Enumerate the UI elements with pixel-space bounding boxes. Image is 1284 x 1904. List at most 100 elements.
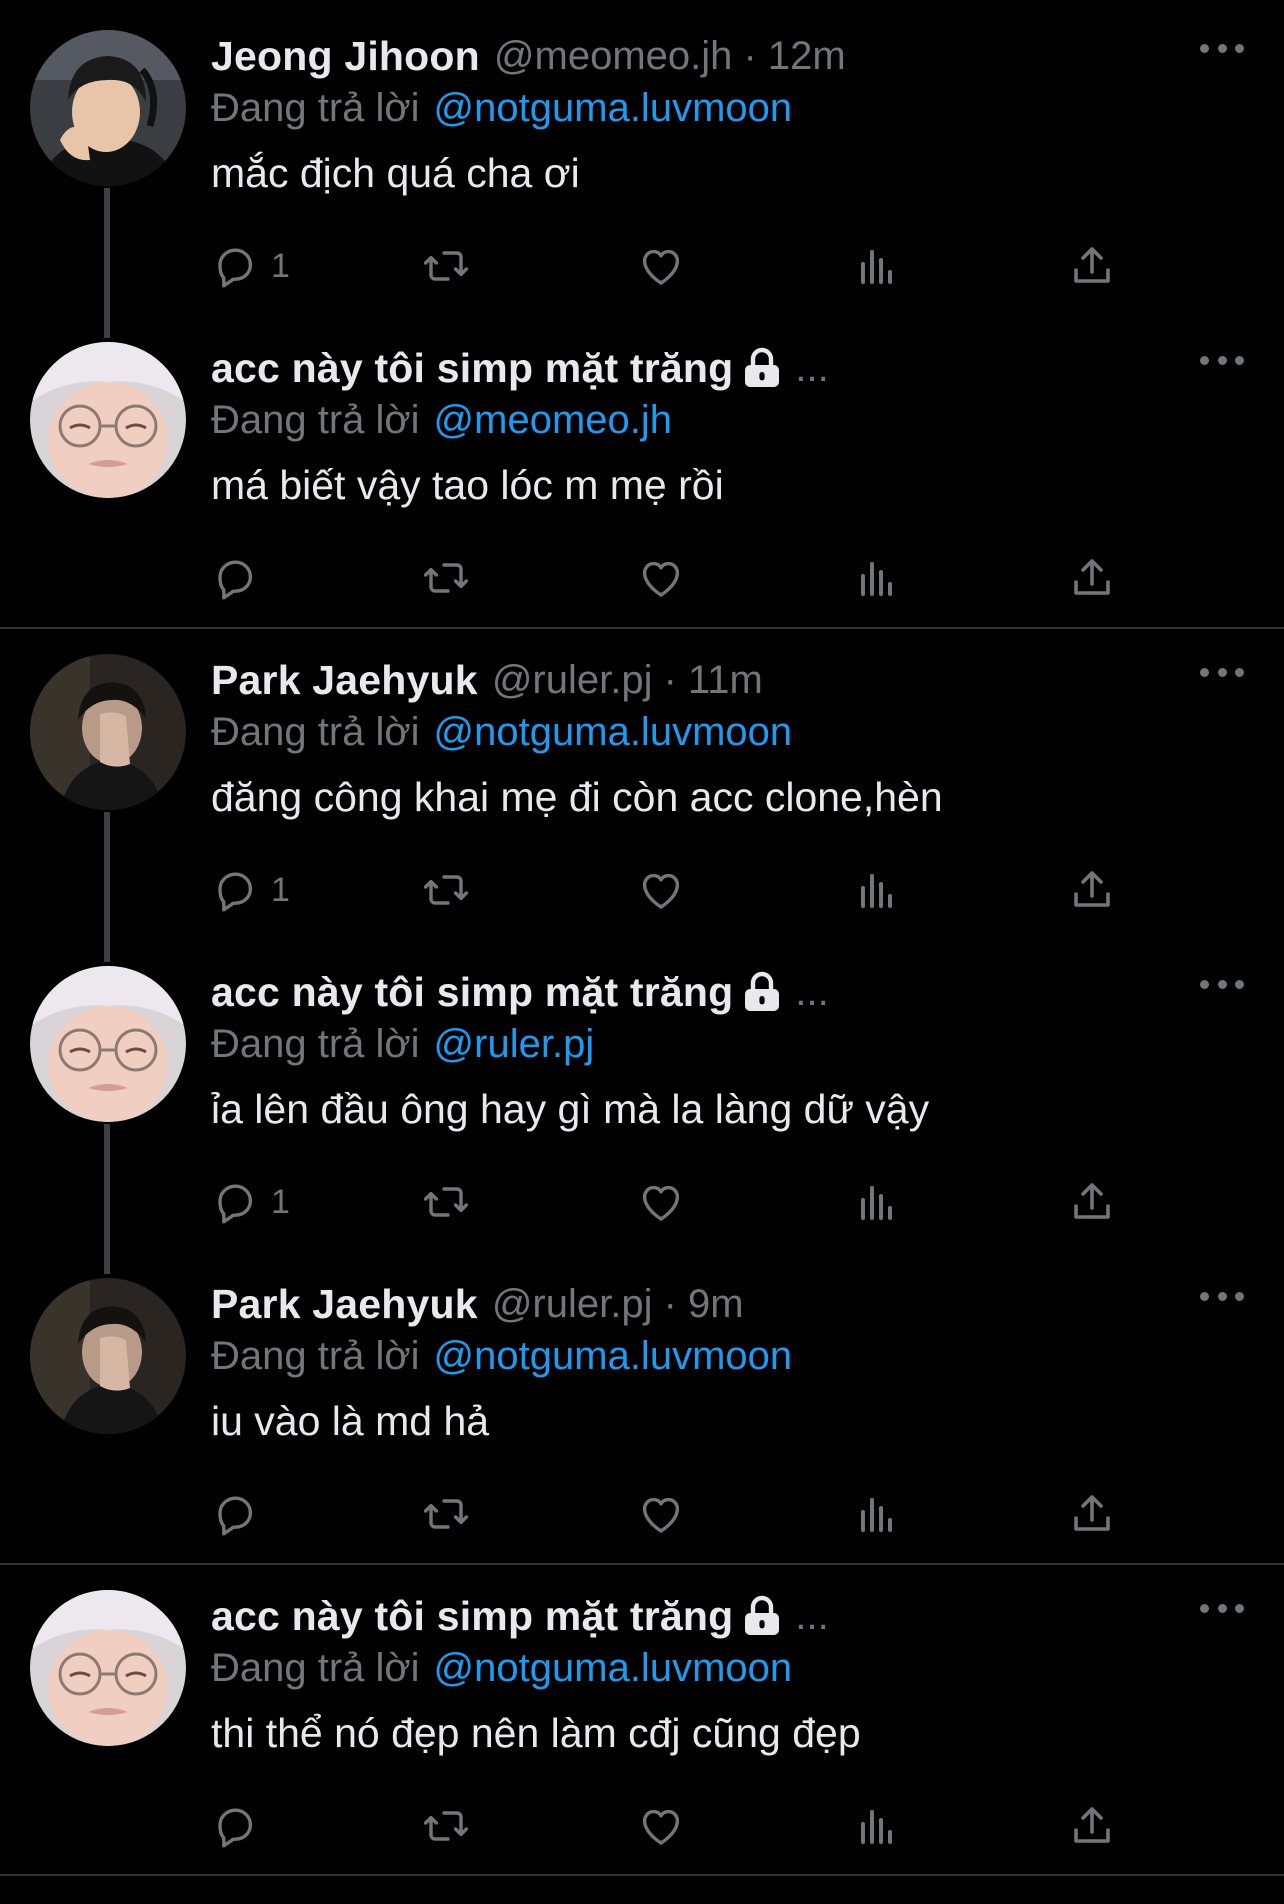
reply-count: 1: [271, 870, 290, 909]
reply-button[interactable]: [211, 1796, 271, 1856]
mention-link[interactable]: @notguma.luvmoon: [434, 710, 793, 755]
lock-icon: [743, 347, 781, 389]
retweet-button[interactable]: [422, 1484, 470, 1544]
tweet[interactable]: acc này tôi simp mặt trăng ... Đang trả …: [0, 312, 1284, 624]
heart-icon: [642, 561, 680, 597]
tweet[interactable]: acc này tôi simp mặt trăng ... Đang trả …: [0, 1560, 1284, 1872]
retweet-icon: [423, 875, 469, 905]
reply-button[interactable]: [211, 1484, 271, 1544]
replying-label: Đang trả lời: [211, 85, 420, 130]
like-button[interactable]: [637, 1484, 685, 1544]
more-options-icon[interactable]: [1200, 1276, 1244, 1316]
more-options-icon[interactable]: [1200, 340, 1244, 380]
handle-truncated[interactable]: ...: [795, 970, 828, 1015]
avatar[interactable]: [30, 1278, 186, 1434]
like-button[interactable]: [637, 236, 685, 296]
tweet-text: má biết vậy tao lóc m mẹ rồi: [211, 462, 724, 508]
share-button[interactable]: [1068, 236, 1116, 296]
display-name[interactable]: acc này tôi simp mặt trăng: [211, 345, 733, 392]
tweet-header: Park Jaehyuk @ruler.pj · 9m: [211, 1274, 744, 1334]
tweet[interactable]: Park Jaehyuk @ruler.pj · 11m Đang trả lờ…: [0, 624, 1284, 962]
reply-button[interactable]: 1: [211, 1172, 290, 1232]
mention-link[interactable]: @ruler.pj: [434, 1022, 595, 1067]
tweet[interactable]: Jeong Jihoon @meomeo.jh · 12m Đang trả l…: [0, 0, 1284, 338]
tweet[interactable]: acc này tôi simp mặt trăng ... Đang trả …: [0, 936, 1284, 1274]
mention-link[interactable]: @notguma.luvmoon: [434, 1646, 793, 1691]
action-bar: 1: [211, 1172, 1131, 1232]
display-name[interactable]: Park Jaehyuk: [211, 1281, 478, 1328]
handle-time[interactable]: @ruler.pj · 11m: [492, 658, 763, 703]
views-button[interactable]: [853, 1484, 901, 1544]
more-options-icon[interactable]: [1200, 1588, 1244, 1628]
replying-to: Đang trả lời @notguma.luvmoon: [211, 82, 792, 134]
avatar[interactable]: [30, 30, 186, 186]
reply-button[interactable]: [211, 548, 271, 608]
retweet-button[interactable]: [422, 548, 470, 608]
replying-label: Đang trả lời: [211, 1333, 420, 1378]
like-button[interactable]: [637, 548, 685, 608]
more-options-icon[interactable]: [1200, 964, 1244, 1004]
retweet-icon: [423, 1499, 469, 1529]
share-button[interactable]: [1068, 1484, 1116, 1544]
retweet-button[interactable]: [422, 860, 470, 920]
avatar-photo-hand-on-face: [30, 654, 186, 810]
avatar-photo-dark-hair: [30, 30, 186, 186]
handle-time[interactable]: @ruler.pj · 9m: [492, 1282, 744, 1327]
avatar[interactable]: [30, 1590, 186, 1746]
reply-icon: [218, 1496, 253, 1536]
thread-divider: [0, 1874, 1284, 1876]
share-button[interactable]: [1068, 860, 1116, 920]
display-name[interactable]: acc này tôi simp mặt trăng: [211, 969, 733, 1016]
more-options-icon[interactable]: [1200, 652, 1244, 692]
display-name[interactable]: Park Jaehyuk: [211, 657, 478, 704]
retweet-icon: [423, 1811, 469, 1841]
retweet-button[interactable]: [422, 236, 470, 296]
share-icon: [1074, 559, 1110, 595]
views-chart-icon: [861, 1498, 892, 1532]
views-button[interactable]: [853, 860, 901, 920]
reply-count: 1: [271, 1182, 290, 1221]
tweet[interactable]: Park Jaehyuk @ruler.pj · 9m Đang trả lời…: [0, 1248, 1284, 1560]
like-button[interactable]: [637, 860, 685, 920]
views-chart-icon: [861, 1810, 892, 1844]
display-name[interactable]: acc này tôi simp mặt trăng: [211, 1593, 733, 1640]
views-chart-icon: [861, 250, 892, 284]
handle-truncated[interactable]: ...: [795, 1594, 828, 1639]
mention-link[interactable]: @notguma.luvmoon: [434, 86, 793, 131]
replying-label: Đang trả lời: [211, 1645, 420, 1690]
replying-to: Đang trả lời @meomeo.jh: [211, 394, 672, 446]
retweet-button[interactable]: [422, 1172, 470, 1232]
views-button[interactable]: [853, 1172, 901, 1232]
action-bar: 1: [211, 860, 1131, 920]
heart-icon: [642, 873, 680, 909]
mention-link[interactable]: @meomeo.jh: [434, 398, 672, 443]
share-button[interactable]: [1068, 1172, 1116, 1232]
like-button[interactable]: [637, 1172, 685, 1232]
avatar[interactable]: [30, 654, 186, 810]
views-button[interactable]: [853, 1796, 901, 1856]
replying-label: Đang trả lời: [211, 1021, 420, 1066]
views-button[interactable]: [853, 236, 901, 296]
tweet-text: thi thể nó đẹp nên làm cđj cũng đẹp: [211, 1710, 861, 1756]
handle-time[interactable]: @meomeo.jh · 12m: [494, 34, 846, 79]
reply-icon: [218, 248, 253, 288]
tweet-header: acc này tôi simp mặt trăng ...: [211, 338, 829, 398]
avatar[interactable]: [30, 966, 186, 1122]
retweet-button[interactable]: [422, 1796, 470, 1856]
handle-truncated[interactable]: ...: [795, 346, 828, 391]
mention-link[interactable]: @notguma.luvmoon: [434, 1334, 793, 1379]
display-name[interactable]: Jeong Jihoon: [211, 33, 480, 80]
like-button[interactable]: [637, 1796, 685, 1856]
reply-icon: [218, 1808, 253, 1848]
avatar[interactable]: [30, 342, 186, 498]
reply-button[interactable]: 1: [211, 236, 290, 296]
share-icon: [1074, 1183, 1110, 1219]
views-button[interactable]: [853, 548, 901, 608]
heart-icon: [642, 249, 680, 285]
share-button[interactable]: [1068, 548, 1116, 608]
reply-icon: [218, 1184, 253, 1224]
reply-button[interactable]: 1: [211, 860, 290, 920]
share-button[interactable]: [1068, 1796, 1116, 1856]
retweet-icon: [423, 1187, 469, 1217]
more-options-icon[interactable]: [1200, 28, 1244, 68]
